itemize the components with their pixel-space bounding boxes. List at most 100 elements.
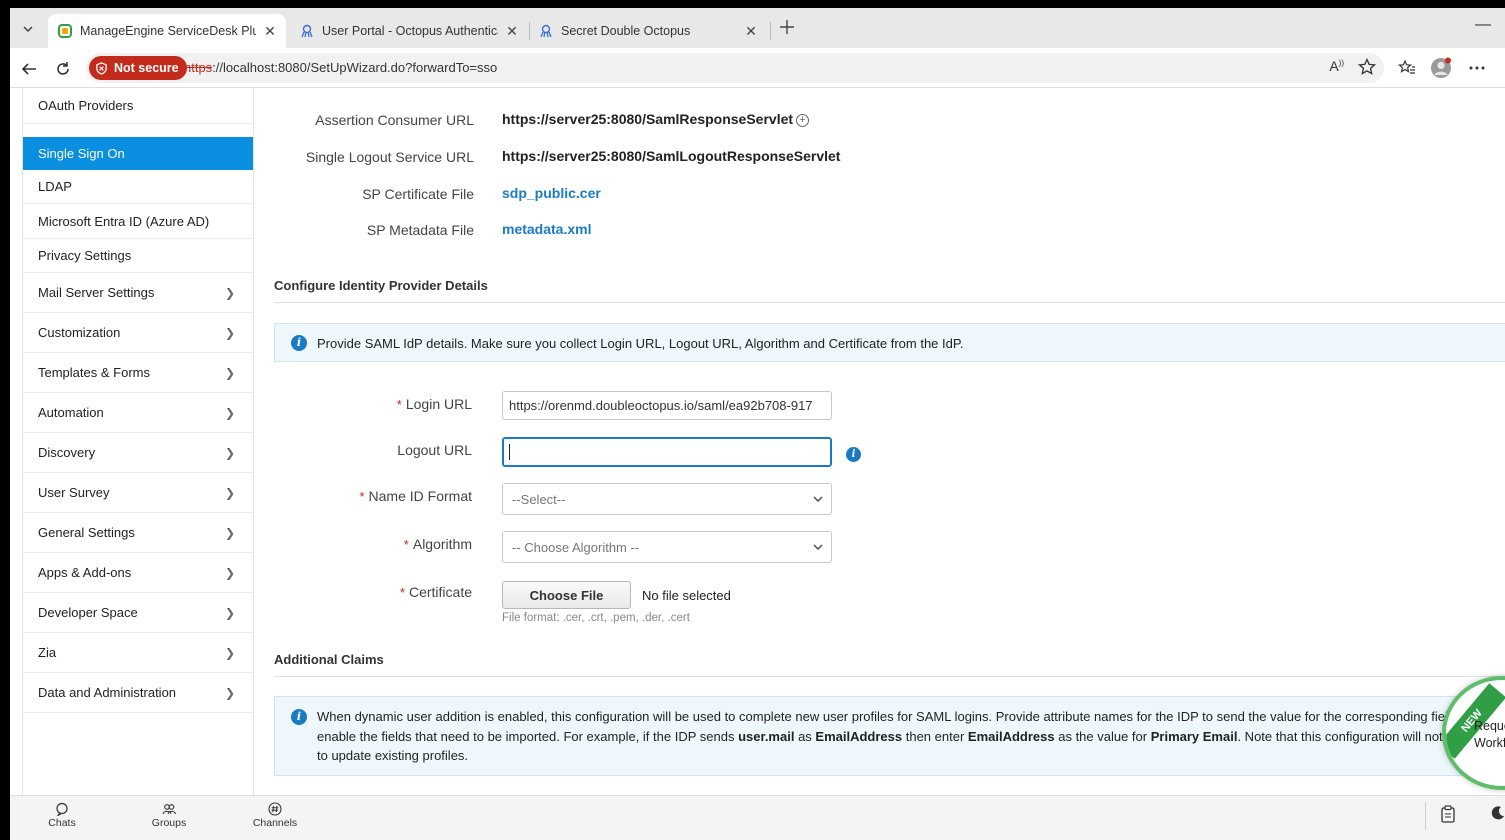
sidebar-item-label: Developer Space: [38, 605, 138, 620]
close-tab-icon[interactable]: ✕: [262, 23, 278, 40]
sidebar-item-ldap[interactable]: LDAP: [23, 170, 253, 204]
groups-button[interactable]: Groups: [139, 802, 199, 829]
text-caret: [509, 444, 510, 460]
chat-bubble-icon: [56, 802, 68, 816]
sidebar-item-customization[interactable]: Customization ❯: [23, 313, 253, 353]
login-url-label: * Login URL: [254, 396, 472, 412]
favorite-star-icon[interactable]: [1358, 58, 1376, 76]
acs-value: https://server25:8080/SamlResponseServle…: [502, 111, 794, 127]
tab-list-button[interactable]: [16, 18, 40, 40]
info-icon: i: [291, 335, 307, 351]
note-bold: EmailAddress: [967, 728, 1055, 744]
file-status-text: No file selected: [642, 588, 731, 603]
copy-plus-icon[interactable]: +: [796, 114, 809, 127]
close-tab-icon[interactable]: ✕: [504, 23, 520, 40]
tab-secret-double-octopus[interactable]: Secret Double Octopus ✕: [529, 14, 767, 48]
chevron-right-icon: ❯: [224, 325, 235, 340]
not-secure-label: Not secure: [114, 61, 179, 75]
logout-info-icon[interactable]: i: [846, 447, 861, 462]
sidebar-item-entra-id[interactable]: Microsoft Entra ID (Azure AD): [23, 204, 253, 239]
sidebar-item-label: Privacy Settings: [38, 248, 132, 263]
sp-metadata-link[interactable]: metadata.xml: [502, 221, 591, 237]
sidebar-item-label: Data and Administration: [38, 685, 177, 700]
choose-file-button[interactable]: Choose File: [502, 581, 631, 609]
section-divider: [274, 676, 1505, 677]
favorites-icon[interactable]: [1396, 57, 1418, 79]
name-id-format-select[interactable]: --Select--: [502, 483, 832, 515]
sidebar-item-zia[interactable]: Zia ❯: [23, 633, 253, 673]
required-mark: *: [396, 397, 402, 412]
sidebar-item-privacy-settings[interactable]: Privacy Settings: [23, 239, 253, 273]
sidebar-item-label: OAuth Providers: [38, 98, 134, 113]
back-button[interactable]: [18, 58, 40, 80]
algorithm-label: * Algorithm: [254, 536, 472, 552]
not-secure-badge[interactable]: Not secure: [89, 56, 187, 80]
sidebar-item-label: User Survey: [38, 485, 110, 500]
sp-cert-link[interactable]: sdp_public.cer: [502, 185, 601, 201]
sidebar-item-oauth-providers[interactable]: OAuth Providers: [23, 88, 253, 124]
sidebar-item-user-survey[interactable]: User Survey ❯: [23, 473, 253, 513]
url-path: ://localhost:8080/SetUpWizard.do?forward…: [212, 60, 498, 75]
tab-strip: ManageEngine ServiceDesk Plus ✕ User Por…: [10, 8, 1505, 48]
sidebar-item-mail-server-settings[interactable]: Mail Server Settings ❯: [23, 273, 253, 313]
tab-title: Secret Double Octopus: [561, 24, 691, 38]
chats-label: Chats: [48, 817, 76, 829]
info-icon: i: [291, 709, 307, 725]
note-fragment: then enter: [902, 728, 968, 744]
slo-value: https://server25:8080/SamlLogoutResponse…: [502, 148, 841, 164]
sidebar-item-data-administration[interactable]: Data and Administration ❯: [23, 673, 253, 713]
tab-servicedesk[interactable]: ManageEngine ServiceDesk Plus ✕: [48, 14, 286, 48]
read-aloud-icon[interactable]: A)): [1329, 58, 1344, 76]
tab-user-portal[interactable]: User Portal - Octopus Authenticator ✕: [290, 14, 528, 48]
sidebar-item-label: Discovery: [38, 445, 96, 460]
reload-icon: [57, 62, 69, 75]
sidebar-item-apps-addons[interactable]: Apps & Add-ons ❯: [23, 553, 253, 593]
note-fragment: as the value for: [1054, 728, 1151, 744]
sidebar-item-discovery[interactable]: Discovery ❯: [23, 433, 253, 473]
badge-line: Workflow: [1474, 736, 1505, 750]
notes-button[interactable]: [1440, 805, 1462, 827]
certificate-label: * Certificate: [254, 584, 472, 600]
tab-title: ManageEngine ServiceDesk Plus: [80, 24, 256, 38]
sidebar-item-general-settings[interactable]: General Settings ❯: [23, 513, 253, 553]
sidebar-item-label: Customization: [38, 325, 121, 340]
browser-window: ManageEngine ServiceDesk Plus ✕ User Por…: [10, 8, 1505, 840]
sidebar-item-label: Templates & Forms: [38, 365, 150, 380]
sidebar-item-single-sign-on[interactable]: Single Sign On: [23, 137, 253, 170]
channel-hash-icon: [268, 802, 282, 816]
chevron-right-icon: ❯: [224, 405, 235, 420]
sidebar-item-automation[interactable]: Automation ❯: [23, 393, 253, 433]
close-tab-icon[interactable]: ✕: [743, 23, 759, 40]
reload-button[interactable]: [52, 58, 74, 80]
octopus-favicon-icon: [540, 24, 552, 38]
theme-moon-button[interactable]: [1490, 805, 1505, 827]
sidebar-item-label: Single Sign On: [38, 145, 125, 161]
minimize-button[interactable]: —: [1475, 16, 1491, 34]
note-bold: Primary Email: [1150, 728, 1238, 744]
algorithm-select[interactable]: -- Choose Algorithm --: [502, 531, 832, 563]
logout-url-input[interactable]: [502, 437, 832, 467]
url-text[interactable]: https://localhost:8080/SetUpWizard.do?fo…: [184, 60, 497, 75]
note-fragment: as: [794, 728, 816, 744]
name-id-format-label: * Name ID Format: [254, 488, 472, 504]
admin-sidebar: OAuth Providers Single Sign On LDAP Micr…: [22, 88, 254, 795]
algorithm-value: -- Choose Algorithm --: [512, 539, 640, 555]
profile-avatar-icon[interactable]: [1430, 57, 1452, 79]
chevron-right-icon: ❯: [224, 525, 235, 540]
sidebar-item-developer-space[interactable]: Developer Space ❯: [23, 593, 253, 633]
login-url-input[interactable]: https://orenmd.doubleoctopus.io/saml/ea9…: [502, 391, 832, 420]
address-bar[interactable]: Not secure https://localhost:8080/SetUpW…: [86, 53, 1384, 83]
file-format-hint: File format: .cer, .crt, .pem, .der, .ce…: [502, 612, 690, 624]
idp-note-text: Provide SAML IdP details. Make sure you …: [317, 336, 964, 351]
chats-button[interactable]: Chats: [32, 802, 92, 829]
channels-button[interactable]: Channels: [245, 802, 305, 829]
new-tab-button[interactable]: [776, 18, 798, 40]
login-url-label-text: Login URL: [405, 396, 472, 412]
more-options-icon[interactable]: [1466, 57, 1488, 79]
sidebar-item-templates-forms[interactable]: Templates & Forms ❯: [23, 353, 253, 393]
required-mark: *: [399, 585, 405, 600]
sso-settings-panel: Assertion Consumer URL https://server25:…: [254, 88, 1505, 795]
chevron-right-icon: ❯: [224, 605, 235, 620]
plus-icon: [780, 20, 794, 34]
group-icon: [162, 804, 176, 815]
